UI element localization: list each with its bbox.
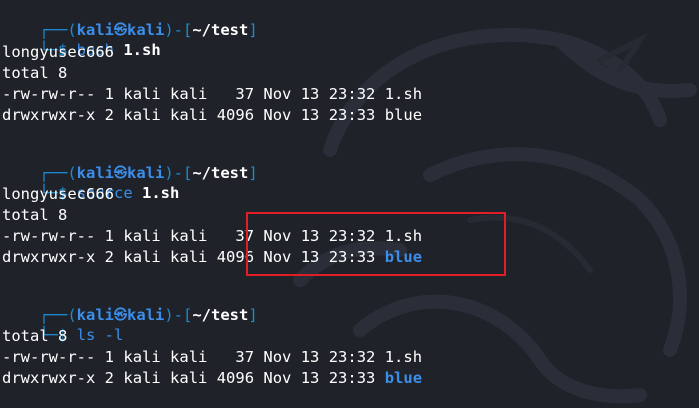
output-total: total 8 xyxy=(2,206,68,224)
ls-perms: drwxrwxr-x xyxy=(2,369,96,387)
prompt-cwd: ~/test xyxy=(192,306,249,324)
ls-owner: kali xyxy=(123,369,161,387)
ls-date: Nov 13 23:33 xyxy=(263,369,376,387)
ls-row: drwxrwxr-x 2 kali kali 4096 Nov 13 23:33… xyxy=(2,247,422,267)
terminal-window[interactable]: ┌──(kali㉿kali)-[~/test] └─$ bash 1.sh lo… xyxy=(0,0,699,408)
ls-size: 37 xyxy=(216,85,255,103)
ls-perms: -rw-rw-r-- xyxy=(2,348,96,366)
ls-row: -rw-rw-r-- 1 kali kali 37 Nov 13 23:32 1… xyxy=(2,84,422,104)
prompt-frame-mid: )-[ xyxy=(164,21,193,39)
ls-filename: 1.sh xyxy=(384,227,423,245)
ls-owner: kali xyxy=(123,106,161,124)
output-echo: longyusec666 xyxy=(2,185,114,203)
ls-owner: kali xyxy=(123,85,161,103)
ls-owner: kali xyxy=(123,248,161,266)
ls-perms: -rw-rw-r-- xyxy=(2,85,96,103)
ls-links: 1 xyxy=(104,348,115,366)
ls-perms: -rw-rw-r-- xyxy=(2,227,96,245)
prompt-frame-end: ] xyxy=(248,21,258,39)
output-total: total 8 xyxy=(2,327,68,345)
ls-perms: drwxrwxr-x xyxy=(2,248,96,266)
command-line[interactable]: └─$ bash 1.sh xyxy=(2,20,160,59)
output-echo: longyusec666 xyxy=(2,43,114,61)
command-arg: -l xyxy=(104,326,124,344)
ls-links: 1 xyxy=(104,85,115,103)
ls-date: Nov 13 23:33 xyxy=(263,106,376,124)
ls-group: kali xyxy=(170,248,208,266)
ls-group: kali xyxy=(170,106,208,124)
prompt-frame-end: ] xyxy=(248,164,258,182)
ls-size: 4096 xyxy=(216,106,255,124)
prompt-host: kali xyxy=(127,306,165,324)
ls-group: kali xyxy=(170,348,208,366)
ls-date: Nov 13 23:33 xyxy=(263,248,376,266)
ls-directory-name: blue xyxy=(384,369,423,387)
ls-links: 2 xyxy=(104,106,115,124)
ls-links: 1 xyxy=(104,227,115,245)
ls-filename: 1.sh xyxy=(384,348,423,366)
ls-size: 37 xyxy=(216,348,255,366)
ls-size: 4096 xyxy=(216,369,255,387)
ls-group: kali xyxy=(170,85,208,103)
command-name: ls xyxy=(76,326,96,344)
prompt-line: ┌──(kali㉿kali)-[~/test] xyxy=(2,143,257,182)
command-arg: 1.sh xyxy=(142,184,180,202)
ls-directory-name: blue xyxy=(384,248,423,266)
ls-date: Nov 13 23:32 xyxy=(263,85,376,103)
command-arg: 1.sh xyxy=(123,41,161,59)
prompt-line: ┌──(kali㉿kali)-[~/test] xyxy=(2,0,257,39)
ls-date: Nov 13 23:32 xyxy=(263,227,376,245)
prompt-frame-end: ] xyxy=(248,306,258,324)
command-line[interactable]: └─$ ls -l xyxy=(2,305,123,344)
prompt-frame-mid: )-[ xyxy=(164,306,193,324)
prompt-line: ┌──(kali㉿kali)-[~/test] xyxy=(2,285,257,324)
ls-row: -rw-rw-r-- 1 kali kali 37 Nov 13 23:32 1… xyxy=(2,226,422,246)
ls-row: drwxrwxr-x 2 kali kali 4096 Nov 13 23:33… xyxy=(2,368,422,388)
prompt-cwd: ~/test xyxy=(192,164,249,182)
ls-filename: 1.sh xyxy=(384,85,423,103)
ls-owner: kali xyxy=(123,348,161,366)
ls-group: kali xyxy=(170,227,208,245)
ls-group: kali xyxy=(170,369,208,387)
ls-links: 2 xyxy=(104,369,115,387)
ls-perms: drwxrwxr-x xyxy=(2,106,96,124)
output-total: total 8 xyxy=(2,64,68,82)
prompt-cwd: ~/test xyxy=(192,21,249,39)
ls-size: 4096 xyxy=(216,248,255,266)
ls-date: Nov 13 23:32 xyxy=(263,348,376,366)
ls-row: -rw-rw-r-- 1 kali kali 37 Nov 13 23:32 1… xyxy=(2,347,422,367)
ls-filename: blue xyxy=(384,106,423,124)
ls-links: 2 xyxy=(104,248,115,266)
ls-row: drwxrwxr-x 2 kali kali 4096 Nov 13 23:33… xyxy=(2,105,422,125)
ls-size: 37 xyxy=(216,227,255,245)
ls-owner: kali xyxy=(123,227,161,245)
command-line[interactable]: └─$ source 1.sh xyxy=(2,163,179,202)
